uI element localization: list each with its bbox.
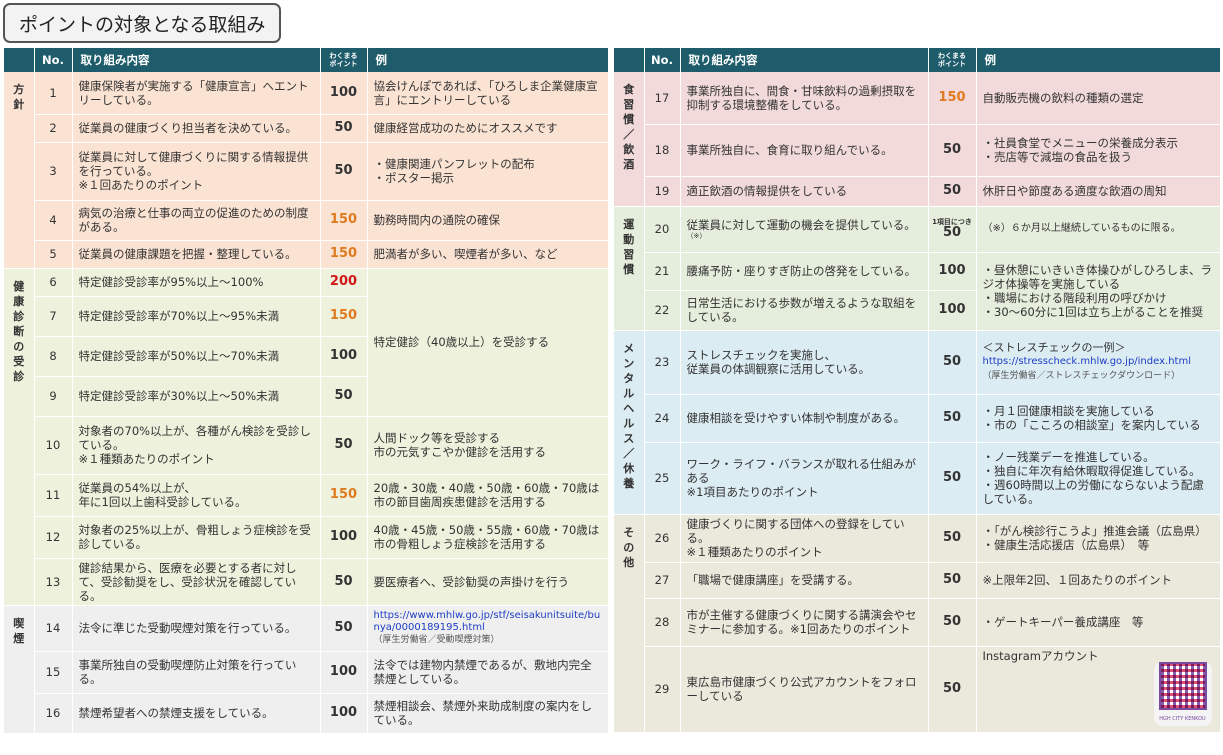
table-row: 10 対象者の70%以上が、各種がん検診を受診している。 ※１種類あたりのポイント… <box>4 416 609 475</box>
table-row: 健康診断の受診 6 特定健診受診率が95%以上～100% 200 特定健診（40… <box>4 268 609 606</box>
category-diet: 食習慣／飲酒 <box>614 72 645 207</box>
category-mental-health: メンタルヘルス／休養 <box>614 330 645 515</box>
category-smoking: 喫煙 <box>4 605 35 734</box>
table-row: 28 市が主催する健康づくりに関する講演会やセミナーに参加する。※1回あたりのポ… <box>614 598 1221 647</box>
table-row: 21 腰痛予防・座りすぎ防止の啓発をしている。 100 ・昼休憩にいきいき体操ひ… <box>614 252 1221 331</box>
table-row: 11 従業員の54%以上が、 年に1回以上歯科受診している。 150 20歳・30… <box>4 474 609 517</box>
category-other: その他 <box>614 514 645 733</box>
table-row: 3 従業員に対して健康づくりに関する情報提供を行っている。 ※１回あたりのポイント… <box>4 142 609 201</box>
smoking-policy-link[interactable]: https://www.mhlw.go.jp/stf/seisakunitsui… <box>374 610 601 633</box>
table-row: メンタルヘルス／休養 23 ストレスチェックを実施し、 従業員の体調観察に活用して… <box>614 330 1221 515</box>
header-no: No. <box>644 48 681 72</box>
table-row: 運動習慣 20 従業員に対して運動の機会を提供している。 （※） 1項目につき 50… <box>614 206 1221 331</box>
instagram-label: Instagramアカウント <box>982 648 1099 663</box>
table-row: 方針 1 健康保険者が実施する「健康宣言」へエントリーしている。 100 協会け… <box>4 72 609 269</box>
table-row: 16 禁煙希望者への禁煙支援をしている。 100 禁煙相談会、禁煙外来助成制度の… <box>4 693 609 734</box>
table-header: No. 取り組み内容 わくまる ポイント 例 <box>4 48 609 72</box>
instagram-qr-code[interactable]: HGH CITY KENKOU <box>1153 661 1212 726</box>
table-row: 29 東広島市健康づくり公式アカウントをフォローしている 50 Instagra… <box>614 646 1221 733</box>
stresscheck-link[interactable]: https://stresscheck.mhlw.go.jp/index.htm… <box>983 356 1191 367</box>
category-checkup: 健康診断の受診 <box>4 268 35 606</box>
table-row: 27 「職場で健康講座」を受講する。 50 ※上限年2回、１回あたりのポイント <box>614 562 1221 599</box>
header-category <box>614 48 645 72</box>
header-no: No. <box>34 48 73 72</box>
header-example: 例 <box>976 48 1221 72</box>
table-row: 19 適正飲酒の情報提供をしている 50 休肝日や節度ある適度な飲酒の周知 <box>614 176 1221 207</box>
table-row: 喫煙 14 法令に準じた受動喫煙対策を行っている。 50 https://www… <box>4 605 609 734</box>
points-table-left: No. 取り組み内容 わくまる ポイント 例 方針 1 健康保険者が実施する「健康… <box>4 48 609 734</box>
table-row: 15 事業所独自の受動喫煙防止対策を行っている。 100 法令では建物内禁煙であ… <box>4 651 609 694</box>
table-header: No. 取り組み内容 わくまる ポイント 例 <box>614 48 1221 72</box>
points-table-right: No. 取り組み内容 わくまる ポイント 例 食習慣／飲酒 17 事業所独自に、間… <box>614 48 1221 733</box>
header-points: わくまる ポイント <box>320 48 368 72</box>
page-title: ポイントの対象となる取組み <box>3 3 281 43</box>
table-row: その他 26 健康づくりに関する団体への登録をしている。 ※１種類あたりのポイント… <box>614 514 1221 733</box>
table-row: 2 従業員の健康づくり担当者を決めている。 50 健康経営成功のためにオススメで… <box>4 114 609 143</box>
table-row: 25 ワーク・ライフ・バランスが取れる仕組みがある ※1項目あたりのポイント 50… <box>614 442 1221 515</box>
category-exercise: 運動習慣 <box>614 206 645 331</box>
table-row: 4 病気の治療と仕事の両立の促進のための制度がある。 150 勤務時間内の通院の… <box>4 200 609 241</box>
header-content: 取り組み内容 <box>72 48 321 72</box>
table-row: 24 健康相談を受けやすい体制や制度がある。 50 ・月１回健康相談を実施してい… <box>614 394 1221 443</box>
header-example: 例 <box>367 48 609 72</box>
header-category <box>4 48 35 72</box>
header-content: 取り組み内容 <box>680 48 929 72</box>
qr-code-icon <box>1158 661 1207 710</box>
table-row: 18 事業所独自に、食育に取り組んでいる。 50 ・社員食堂でメニューの栄養成分… <box>614 124 1221 177</box>
table-row: 5 従業員の健康課題を把握・整理している。 150 肥満者が多い、喫煙者が多い、… <box>4 240 609 269</box>
table-row: 12 対象者の25%以上が、骨粗しょう症検診を受診している。 100 40歳・4… <box>4 516 609 559</box>
table-row: 13 健診結果から、医療を必要とする者に対して、受診勧奨をし、受診状況を確認して… <box>4 558 609 606</box>
table-row: 食習慣／飲酒 17 事業所独自に、間食・甘味飲料の過剰摂取を抑制する環境整備をし… <box>614 72 1221 207</box>
header-points: わくまる ポイント <box>928 48 977 72</box>
category-policy: 方針 <box>4 72 35 269</box>
